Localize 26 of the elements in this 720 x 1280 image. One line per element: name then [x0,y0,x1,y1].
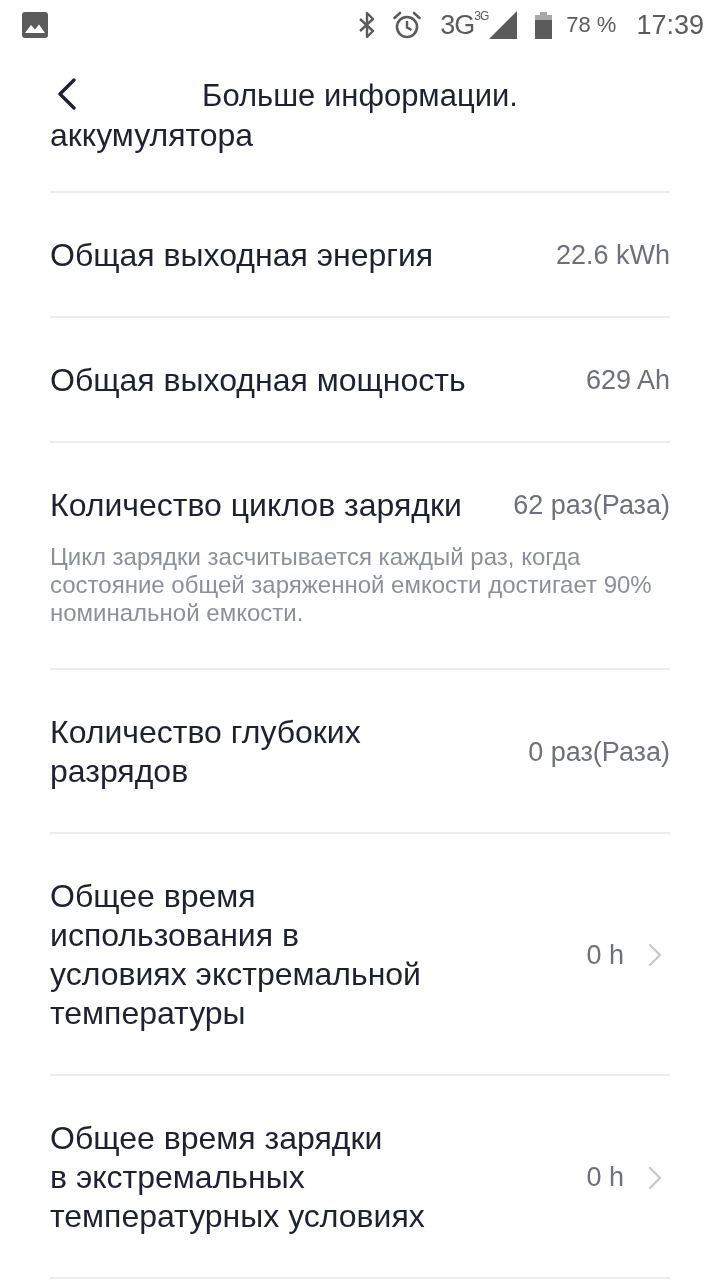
chevron-right-icon[interactable] [648,943,662,967]
network-type-text: 3G$^{3G}$ [440,10,489,40]
row-label: Количество глубоких разрядов [50,713,362,791]
signal-icon [489,11,518,39]
row-value: 0 h [586,939,624,971]
row-value: 62 раз(Раза) [513,490,670,521]
row-value: 0 h [586,1162,624,1193]
row-description: Цикл зарядки засчитывается каждый раз, когда состояние общей заряженной емкости достигает 90% номинальной емкости. [50,543,653,627]
row-label: Общее время зарядки в экстремальных температурных условиях [50,1119,426,1236]
row-value: 22.6 kWh [555,240,670,271]
back-icon[interactable] [57,78,77,110]
page-title: Больше информации. [202,77,518,115]
clock-text: 17:39 [636,9,704,41]
row-value: 0 раз(Раза) [528,736,670,768]
row-label: Количество циклов зарядки [50,486,463,525]
row-label: Общая выходная энергия [50,236,435,275]
row-label: Общее время использования в условиях экстремальной температуры [50,877,422,1033]
row-value: 629 Ah [585,365,670,396]
image-icon [22,12,48,38]
chevron-right-icon[interactable] [648,1165,662,1190]
row-label: Общая выходная мощность [50,361,467,400]
bluetooth-icon [358,11,377,39]
alarm-clock-icon [393,11,422,39]
row-label: аккумулятора [50,117,254,153]
battery-icon [535,11,553,39]
battery-percent-text: 78 % [566,12,617,38]
